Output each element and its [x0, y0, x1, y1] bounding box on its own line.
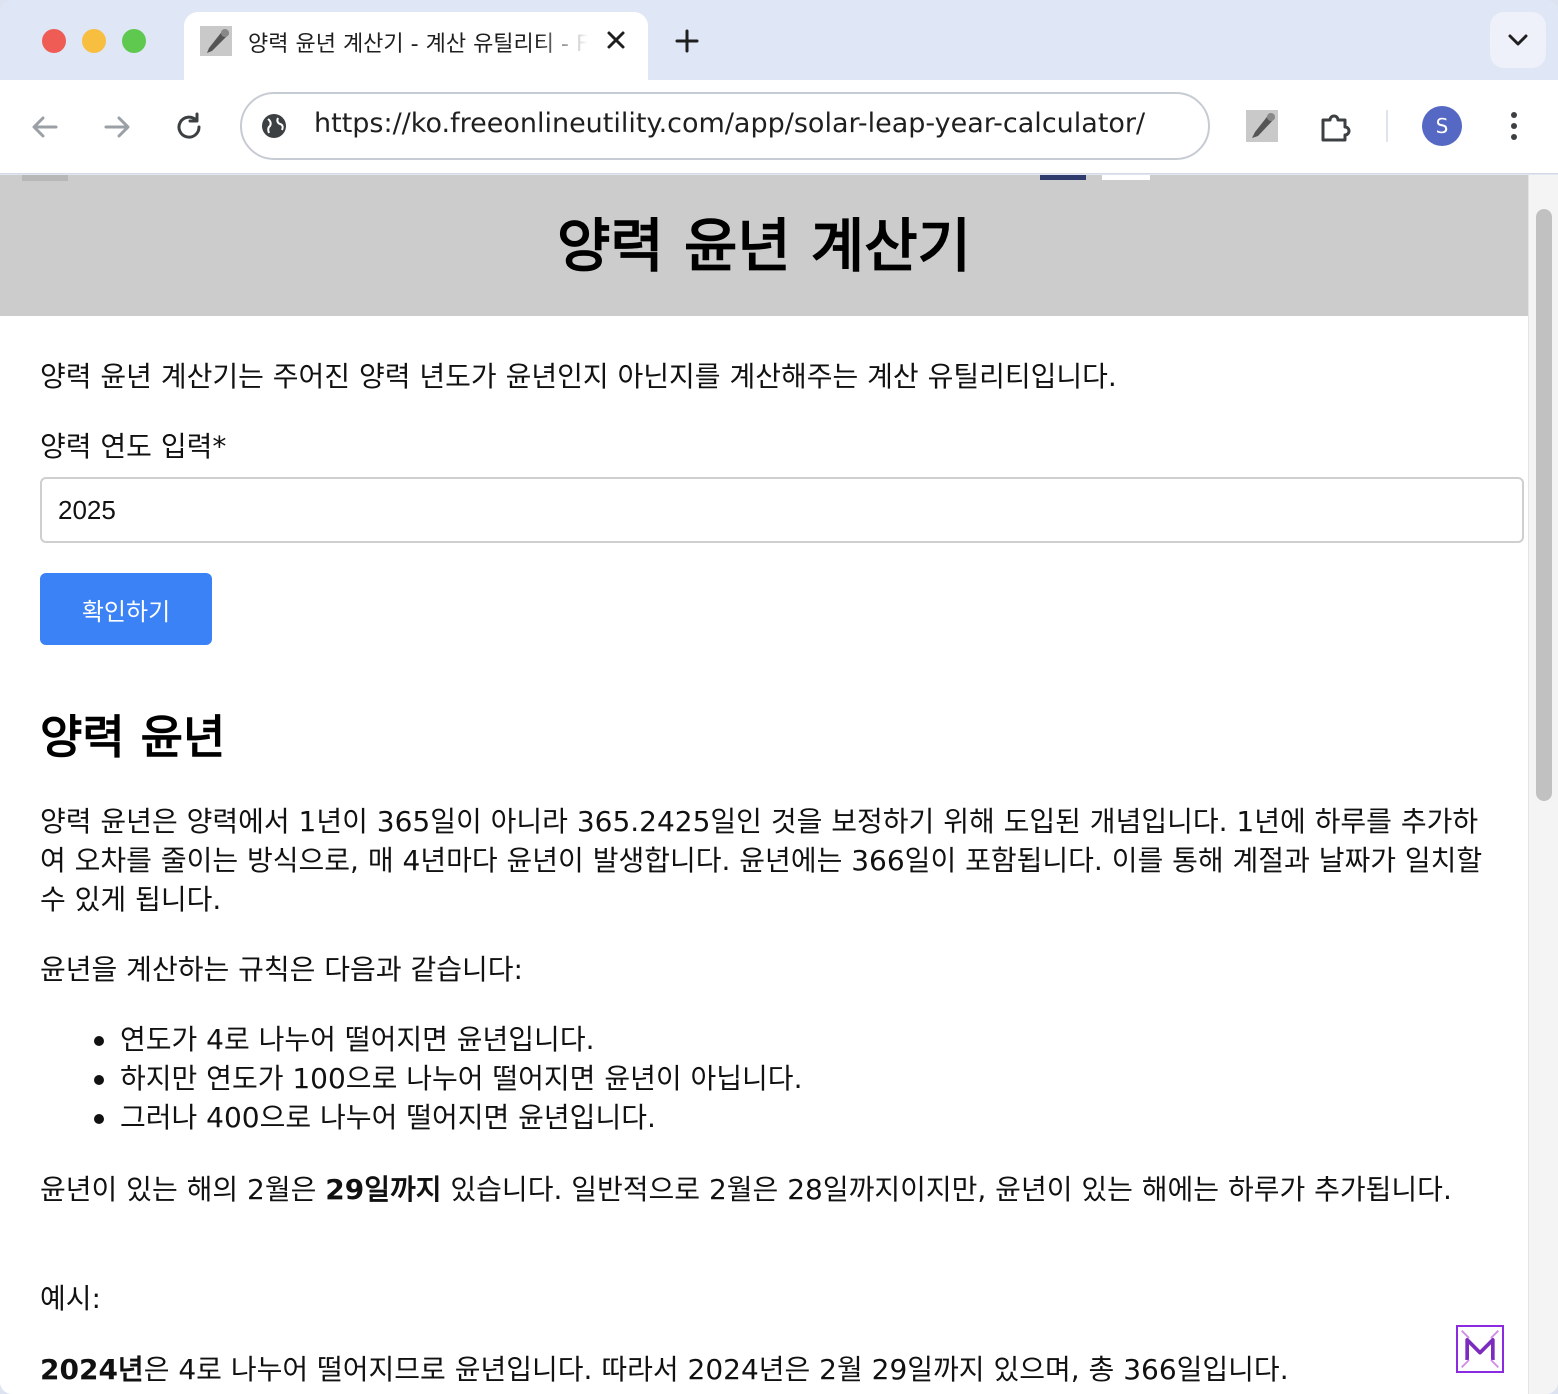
chevron-down-icon — [1508, 34, 1528, 46]
rules-intro: 윤년을 계산하는 규칙은 다음과 같습니다: — [40, 953, 523, 986]
intro-text: 양력 윤년 계산기는 주어진 양력 년도가 윤년인지 아닌지를 계산해주는 계산… — [40, 360, 1117, 393]
profile-avatar[interactable]: S — [1422, 106, 1462, 146]
cropped-nav-item — [1040, 175, 1086, 180]
close-window-button[interactable] — [42, 29, 66, 53]
reload-icon[interactable] — [170, 108, 208, 146]
back-arrow-icon[interactable] — [26, 108, 64, 146]
february-text-pre: 윤년이 있는 해의 2월은 — [40, 1173, 326, 1206]
cropped-nav-item — [1102, 175, 1150, 180]
more-menu-icon[interactable] — [1500, 106, 1528, 146]
browser-window: 양력 윤년 계산기 - 계산 유틸리티 - Free Online Utilit… — [0, 0, 1558, 1394]
globe-icon[interactable] — [258, 110, 290, 142]
tab-title: 양력 윤년 계산기 - 계산 유틸리티 - Free Online Utilit… — [248, 32, 588, 56]
scrollbar-thumb[interactable] — [1536, 209, 1552, 801]
example-text: 은 4로 나누어 떨어지므로 윤년입니다. 따라서 2024년은 2월 29일까… — [143, 1353, 1289, 1386]
list-item: 그러나 400으로 나누어 떨어지면 윤년입니다. — [93, 1098, 802, 1137]
new-tab-icon[interactable] — [670, 24, 704, 58]
page-title: 양력 윤년 계산기 — [557, 212, 971, 280]
example-year: 2024년 — [40, 1353, 144, 1386]
page-viewport: 양력 윤년 계산기 양력 윤년 계산기는 주어진 양력 년도가 윤년인지 아닌지… — [0, 175, 1558, 1394]
february-text-post: 있습니다. 일반적으로 2월은 28일까지이지만, 윤년이 있는 해에는 하루가… — [441, 1173, 1452, 1206]
forward-arrow-icon[interactable] — [98, 108, 136, 146]
example-paragraph: 2024년은 4로 나누어 떨어지므로 윤년입니다. 따라서 2024년은 2월… — [40, 1350, 1490, 1389]
rules-list: 연도가 4로 나누어 떨어지면 윤년입니다. 하지만 연도가 100으로 나누어… — [93, 1020, 802, 1137]
february-text-bold: 29일까지 — [325, 1173, 442, 1206]
description-paragraph: 양력 윤년은 양력에서 1년이 365일이 아니라 365.2425일인 것을 … — [40, 805, 1483, 916]
m-logo-badge-icon[interactable] — [1456, 1325, 1504, 1373]
year-input[interactable] — [40, 477, 1524, 543]
close-tab-icon[interactable] — [600, 24, 632, 56]
maximize-window-button[interactable] — [122, 29, 146, 53]
example-label: 예시: — [40, 1282, 101, 1315]
section-title: 양력 윤년 — [40, 710, 226, 764]
february-paragraph: 윤년이 있는 해의 2월은 29일까지 있습니다. 일반적으로 2월은 28일까… — [40, 1170, 1490, 1209]
wrench-favicon-icon — [200, 26, 232, 56]
toolbar-divider — [1386, 110, 1388, 142]
puzzle-extensions-icon[interactable] — [1316, 106, 1356, 146]
tab-strip: 양력 윤년 계산기 - 계산 유틸리티 - Free Online Utilit… — [0, 0, 1558, 80]
cropped-logo — [22, 175, 68, 181]
list-item: 하지만 연도가 100으로 나누어 떨어지면 윤년이 아닙니다. — [93, 1059, 802, 1098]
wrench-extension-icon[interactable] — [1246, 108, 1278, 144]
list-item: 연도가 4로 나누어 떨어지면 윤년입니다. — [93, 1020, 802, 1059]
url-text[interactable]: https://ko.freeonlineutility.com/app/sol… — [314, 108, 1145, 139]
tab-search-button[interactable] — [1490, 12, 1546, 68]
year-input-label: 양력 연도 입력* — [40, 430, 227, 463]
check-button[interactable]: 확인하기 — [40, 573, 212, 645]
minimize-window-button[interactable] — [82, 29, 106, 53]
